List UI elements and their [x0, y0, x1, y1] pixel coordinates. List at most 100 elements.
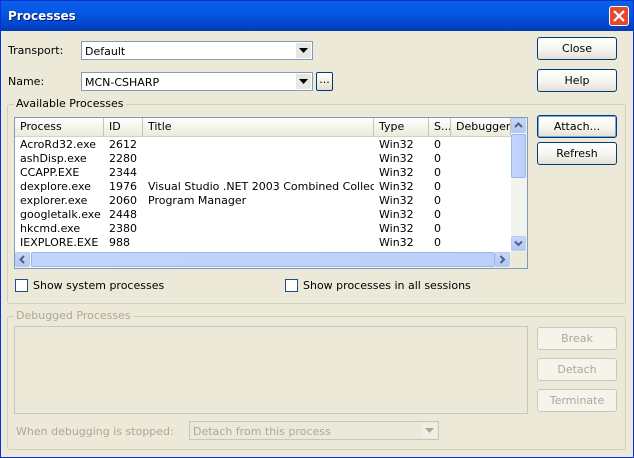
cell-session: 0	[434, 236, 441, 249]
cell-process: AcroRd32.exe	[20, 138, 97, 151]
browse-button[interactable]: ...	[316, 72, 333, 91]
cell-type: Win32	[379, 180, 414, 193]
when-stopped-dropdown: Detach from this process	[189, 421, 439, 440]
cell-debugger	[451, 138, 511, 152]
name-dropdown[interactable]: MCN-CSHARP	[81, 72, 313, 91]
processes-dialog: Processes Transport: Default Name: MCN-C…	[0, 0, 634, 458]
vertical-scroll-thumb[interactable]	[511, 134, 526, 178]
name-value: MCN-CSHARP	[85, 76, 160, 89]
scroll-corner	[511, 252, 527, 268]
cell-id: 2612	[109, 138, 137, 151]
table-row[interactable]: explorer.exe 2060 Program Manager Win32 0	[15, 194, 511, 208]
detach-button: Detach	[537, 358, 617, 381]
scroll-left-icon[interactable]	[15, 252, 30, 267]
table-row[interactable]: AcroRd32.exe 2612 Win32 0	[15, 138, 511, 152]
column-title[interactable]: Title	[143, 118, 374, 136]
cell-id: 2344	[109, 166, 137, 179]
show-all-sessions-checkbox[interactable]	[285, 279, 298, 292]
chevron-down-icon[interactable]	[296, 43, 311, 58]
close-window-button[interactable]	[609, 6, 629, 26]
cell-session: 0	[434, 138, 441, 151]
debugged-process-list	[14, 326, 528, 414]
column-debugger[interactable]: Debugger	[451, 118, 511, 136]
cell-process: explorer.exe	[20, 194, 88, 207]
transport-dropdown[interactable]: Default	[81, 41, 313, 60]
show-system-processes-label[interactable]: Show system processes	[33, 279, 164, 292]
table-row[interactable]: hkcmd.exe 2380 Win32 0	[15, 222, 511, 236]
cell-id: 1976	[109, 180, 137, 193]
cell-id: 2448	[109, 208, 137, 221]
cell-title	[143, 208, 374, 222]
table-row[interactable]: CCAPP.EXE 2344 Win32 0	[15, 166, 511, 180]
cell-title: Program Manager	[148, 194, 247, 207]
when-stopped-value: Detach from this process	[193, 425, 331, 438]
break-button: Break	[537, 327, 617, 350]
scroll-up-icon[interactable]	[511, 118, 526, 133]
process-list[interactable]: Process ID Title Type S... Debugger Acro…	[14, 117, 528, 269]
cell-debugger	[451, 222, 511, 236]
cell-debugger	[451, 166, 511, 180]
chevron-down-icon[interactable]	[296, 74, 311, 89]
cell-debugger	[451, 208, 511, 222]
cell-id: 988	[109, 236, 130, 249]
terminate-button: Terminate	[537, 389, 617, 412]
column-type[interactable]: Type	[374, 118, 429, 136]
cell-process: hkcmd.exe	[20, 222, 81, 235]
cell-title	[143, 152, 374, 166]
refresh-button[interactable]: Refresh	[537, 142, 617, 165]
cell-title	[143, 222, 374, 236]
cell-session: 0	[434, 152, 441, 165]
table-row[interactable]: googletalk.exe 2448 Win32 0	[15, 208, 511, 222]
scroll-down-icon[interactable]	[511, 236, 526, 251]
chevron-down-icon	[422, 423, 437, 438]
cell-title	[143, 236, 374, 250]
attach-button[interactable]: Attach...	[537, 115, 617, 138]
cell-type: Win32	[379, 208, 414, 221]
show-all-sessions-label[interactable]: Show processes in all sessions	[303, 279, 471, 292]
table-row[interactable]: IEXPLORE.EXE 988 Win32 0	[15, 236, 511, 250]
when-stopped-label: When debugging is stopped:	[16, 425, 174, 438]
cell-process: googletalk.exe	[20, 208, 101, 221]
cell-session: 0	[434, 180, 441, 193]
cell-debugger	[451, 194, 511, 208]
cell-id: 2060	[109, 194, 137, 207]
cell-type: Win32	[379, 138, 414, 151]
cell-debugger	[451, 180, 511, 194]
transport-value: Default	[85, 45, 126, 58]
table-row[interactable]: ashDisp.exe 2280 Win32 0	[15, 152, 511, 166]
cell-id: 2280	[109, 152, 137, 165]
title-bar[interactable]: Processes	[1, 1, 633, 31]
scroll-right-icon[interactable]	[495, 252, 510, 267]
debugged-processes-label: Debugged Processes	[14, 309, 133, 322]
cell-type: Win32	[379, 222, 414, 235]
process-list-header: Process ID Title Type S... Debugger	[15, 118, 511, 137]
cell-type: Win32	[379, 236, 414, 249]
cell-process: IEXPLORE.EXE	[20, 236, 99, 249]
close-button[interactable]: Close	[537, 37, 617, 60]
column-session[interactable]: S...	[429, 118, 451, 136]
available-processes-label: Available Processes	[14, 97, 126, 110]
horizontal-scrollbar[interactable]	[15, 252, 511, 268]
help-button[interactable]: Help	[537, 69, 617, 92]
cell-title: Visual Studio .NET 2003 Combined Collect…	[148, 180, 374, 193]
vertical-scrollbar[interactable]	[511, 118, 527, 252]
table-row[interactable]: dexplore.exe 1976 Visual Studio .NET 2003 …	[15, 180, 511, 194]
column-id[interactable]: ID	[104, 118, 143, 136]
column-process[interactable]: Process	[15, 118, 104, 136]
cell-process: ashDisp.exe	[20, 152, 87, 165]
cell-debugger	[451, 152, 511, 166]
cell-id: 2380	[109, 222, 137, 235]
cell-type: Win32	[379, 152, 414, 165]
cell-session: 0	[434, 208, 441, 221]
show-system-processes-checkbox[interactable]	[15, 279, 28, 292]
horizontal-scroll-thumb[interactable]	[31, 252, 495, 267]
name-label: Name:	[8, 75, 45, 88]
cell-process: CCAPP.EXE	[20, 166, 80, 179]
cell-session: 0	[434, 166, 441, 179]
cell-debugger	[451, 236, 511, 250]
cell-process: dexplore.exe	[20, 180, 91, 193]
close-icon	[613, 10, 625, 22]
cell-type: Win32	[379, 194, 414, 207]
cell-type: Win32	[379, 166, 414, 179]
cell-title	[143, 166, 374, 180]
